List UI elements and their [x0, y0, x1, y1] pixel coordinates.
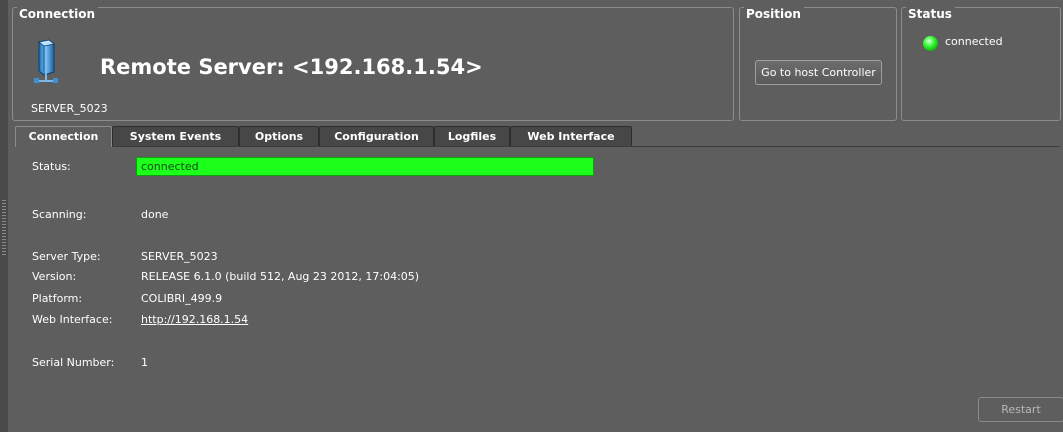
tab-options[interactable]: Options — [239, 126, 319, 146]
version-label: Version: — [32, 270, 77, 283]
status-label: Status: — [32, 160, 71, 173]
tab-logfiles[interactable]: Logfiles — [434, 126, 510, 146]
server-icon — [34, 39, 58, 83]
position-legend: Position — [744, 7, 804, 21]
status-bar: connected — [136, 157, 594, 176]
tab-system-events[interactable]: System Events — [112, 126, 239, 146]
version-value: RELEASE 6.1.0 (build 512, Aug 23 2012, 1… — [141, 270, 420, 283]
connection-panel: Status: connected Scanning: done Server … — [16, 147, 1063, 432]
status-group: Status connected — [901, 7, 1061, 121]
position-group: Position Go to host Controller — [739, 7, 897, 121]
connection-legend: Connection — [17, 7, 99, 21]
status-led-icon — [923, 36, 938, 51]
restart-button[interactable]: Restart — [978, 397, 1063, 422]
serial-number-label: Serial Number: — [32, 356, 115, 369]
server-type-value: SERVER_5023 — [141, 250, 218, 263]
tab-web-interface[interactable]: Web Interface — [510, 126, 632, 146]
platform-value: COLIBRI_499.9 — [141, 292, 223, 305]
server-title: Remote Server: <192.168.1.54> — [100, 55, 483, 79]
web-interface-link[interactable]: http://192.168.1.54 — [141, 313, 248, 326]
status-text: connected — [945, 35, 1003, 48]
server-type-label: Server Type: — [32, 250, 101, 263]
server-name: SERVER_5023 — [31, 102, 108, 115]
status-legend: Status — [906, 7, 955, 21]
platform-label: Platform: — [32, 292, 83, 305]
splitter-grip[interactable] — [2, 200, 6, 256]
scanning-label: Scanning: — [32, 208, 87, 221]
scanning-value: done — [141, 208, 169, 221]
web-interface-label: Web Interface: — [32, 313, 113, 326]
connection-group: Connection Remote Server: <192.168.1.54>… — [12, 7, 734, 121]
go-to-host-controller-button[interactable]: Go to host Controller — [755, 60, 882, 85]
serial-number-value: 1 — [141, 356, 148, 369]
left-splitter[interactable] — [0, 0, 8, 432]
tab-connection[interactable]: Connection — [15, 126, 112, 147]
tab-configuration[interactable]: Configuration — [319, 126, 434, 146]
tab-bar: Connection System Events Options Configu… — [15, 126, 1060, 147]
server-window: Connection Remote Server: <192.168.1.54>… — [8, 0, 1063, 432]
